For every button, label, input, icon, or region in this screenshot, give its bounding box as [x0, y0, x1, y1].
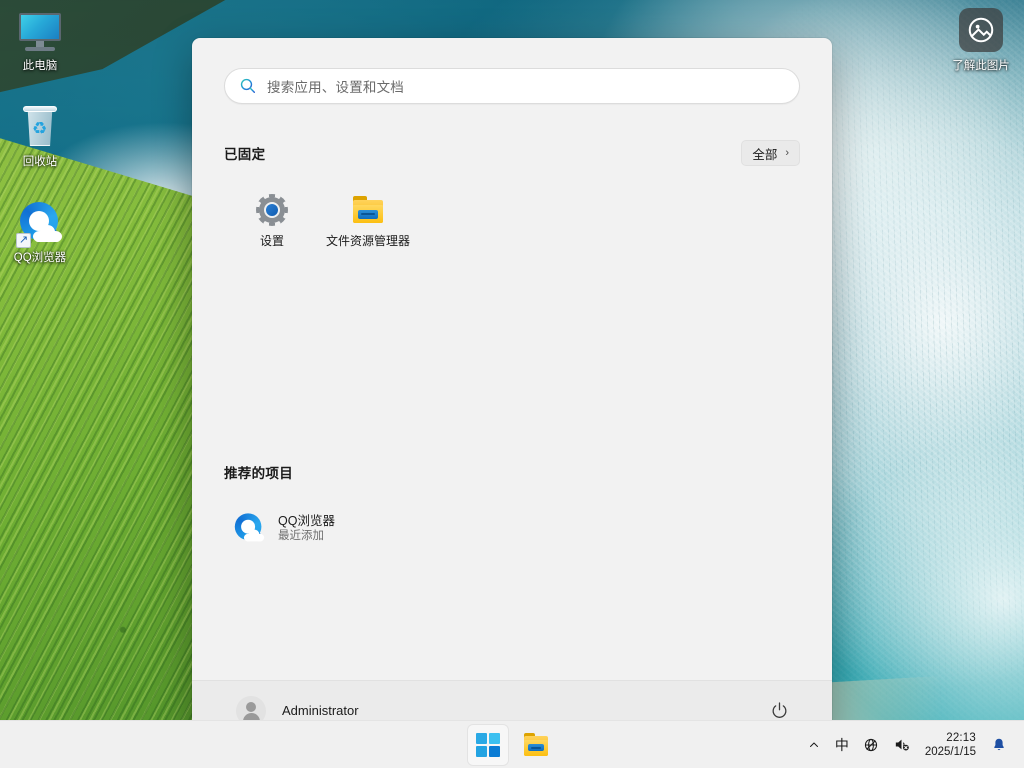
- start-menu[interactable]: 搜索应用、设置和文档 已固定 全部 › 设置 文件资源管理器 推荐的项目 QQ浏…: [192, 38, 832, 740]
- shortcut-arrow-icon: ↗: [16, 233, 31, 248]
- pinned-title: 已固定: [224, 147, 266, 162]
- recommended-section: 推荐的项目 QQ浏览器 最近添加: [224, 462, 800, 550]
- pinned-app-label: 设置: [259, 234, 284, 248]
- tray-overflow-button[interactable]: [800, 725, 828, 765]
- desktop-icon-label: 回收站: [22, 156, 58, 168]
- chevron-right-icon: ›: [785, 147, 789, 159]
- taskbar-center-buttons: [468, 724, 556, 765]
- search-input[interactable]: 搜索应用、设置和文档: [224, 68, 800, 104]
- pinned-app-file-explorer[interactable]: 文件资源管理器: [320, 186, 416, 259]
- qq-browser-icon: [232, 512, 265, 544]
- desktop-icon-label: 此电脑: [22, 60, 58, 72]
- desktop-icon-label: QQ浏览器: [13, 252, 67, 264]
- all-apps-label: 全部: [752, 147, 778, 162]
- volume-muted-icon[interactable]: [886, 725, 917, 765]
- desktop[interactable]: 此电脑 ♻ 回收站 ↗ QQ浏览器 了解此图片 搜索应用、设置和文档 已固定 全…: [0, 0, 1024, 768]
- desktop-icon-recycle-bin[interactable]: ♻ 回收站: [2, 104, 78, 169]
- image-info-icon: [959, 8, 1003, 52]
- pinned-app-settings[interactable]: 设置: [224, 186, 320, 259]
- user-name: Administrator: [282, 703, 359, 718]
- tray-ime-indicator[interactable]: 中: [828, 725, 856, 765]
- settings-gear-icon: [256, 194, 288, 226]
- all-apps-button[interactable]: 全部 ›: [741, 140, 800, 166]
- search-icon: [239, 77, 257, 95]
- taskbar[interactable]: 中 22:13 2025/1/15: [0, 720, 1024, 768]
- qq-browser-icon: ↗: [16, 200, 64, 248]
- folder-icon: [352, 194, 384, 226]
- recommended-item-qq-browser[interactable]: QQ浏览器 最近添加: [224, 506, 484, 550]
- recommended-item-subtitle: 最近添加: [278, 529, 324, 542]
- clock-time: 22:13: [946, 731, 976, 744]
- clock-date: 2025/1/15: [924, 745, 976, 758]
- recommended-list: QQ浏览器 最近添加: [224, 506, 800, 550]
- recycle-bin-icon: ♻: [16, 104, 64, 152]
- learn-about-picture-label: 了解此图片: [952, 60, 1010, 72]
- folder-icon: [523, 732, 549, 757]
- desktop-icon-qq-browser[interactable]: ↗ QQ浏览器: [2, 200, 78, 265]
- recommended-title: 推荐的项目: [224, 466, 293, 481]
- recommended-item-name: QQ浏览器: [278, 513, 335, 528]
- taskbar-start-button[interactable]: [468, 724, 508, 765]
- network-disconnected-icon[interactable]: [856, 725, 886, 765]
- taskbar-file-explorer-button[interactable]: [516, 725, 556, 765]
- pinned-apps-grid: 设置 文件资源管理器: [224, 186, 800, 259]
- notification-bell-icon[interactable]: [984, 725, 1014, 765]
- learn-about-picture[interactable]: 了解此图片: [938, 8, 1024, 73]
- taskbar-clock[interactable]: 22:13 2025/1/15: [917, 731, 984, 759]
- pinned-app-label: 文件资源管理器: [325, 234, 410, 248]
- desktop-icon-this-pc[interactable]: 此电脑: [2, 8, 78, 73]
- start-menu-body: 搜索应用、设置和文档 已固定 全部 › 设置 文件资源管理器 推荐的项目 QQ浏…: [192, 38, 832, 680]
- system-tray: 中 22:13 2025/1/15: [800, 721, 1014, 768]
- windows-logo-icon: [476, 732, 500, 757]
- search-placeholder: 搜索应用、设置和文档: [267, 80, 404, 95]
- monitor-icon: [16, 8, 64, 56]
- pinned-section-header: 已固定 全部 ›: [224, 140, 800, 166]
